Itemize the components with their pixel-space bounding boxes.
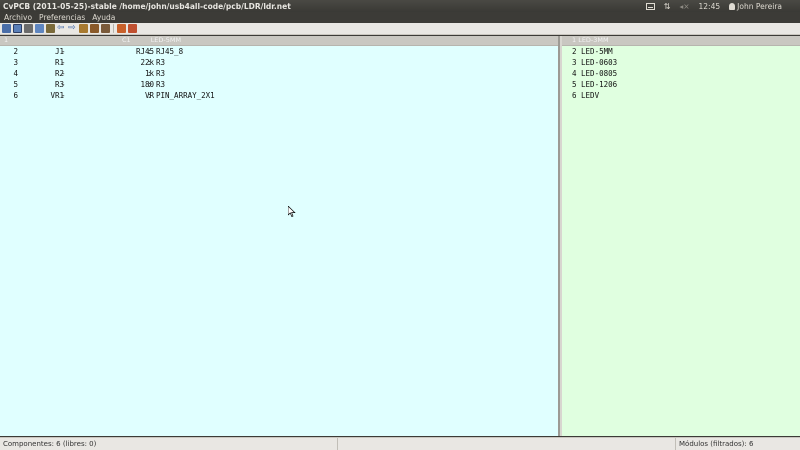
component-footprint: R3 (156, 58, 166, 67)
component-row[interactable]: 2 J1 RJ45 RJ45_8 -: (0, 46, 558, 57)
component-footprint: PIN_ARRAY_2X1 (156, 91, 215, 100)
title-bar: CvPCB (2011-05-25)-stable /home/john/usb… (0, 0, 800, 12)
component-index: 3 (13, 58, 18, 67)
auto-associate-icon[interactable] (79, 24, 88, 33)
user-menu[interactable]: John Pereira (729, 2, 782, 11)
footprint-item[interactable]: 4 LED-0805 (562, 68, 800, 79)
components-rows: 2 J1 RJ45 RJ45_8-:3 R1 22k R3-:4 R2 1k R3-:5 R3 180… (0, 46, 558, 101)
next-icon[interactable]: ⇨ (68, 24, 77, 33)
config-icon[interactable] (24, 24, 33, 33)
menu-preferencias[interactable]: Preferencias (35, 13, 88, 22)
export-icon[interactable] (101, 24, 110, 33)
component-ref: R2 (54, 69, 64, 78)
open-netlist-icon[interactable] (2, 24, 11, 33)
footprint-item[interactable]: 5 LED-1206 (562, 79, 800, 90)
volume-icon[interactable]: ◂× (679, 2, 689, 11)
help-icon[interactable] (128, 24, 137, 33)
dash-separator: - (61, 47, 66, 56)
component-index: 2 (13, 47, 18, 56)
footprints-list[interactable]: 1 LED-3MM 2 LED-5MM 3 LED-0603 4 LED-0805 5… (562, 36, 800, 436)
colon-separator: : (147, 91, 152, 100)
component-index: 4 (13, 69, 18, 78)
status-middle (338, 438, 676, 450)
colon-separator: : (147, 80, 152, 89)
status-components: Componentes: 6 (libres: 0) (0, 438, 338, 450)
component-row[interactable]: 6 VR1 VR PIN_ARRAY_2X1 -: (0, 90, 558, 101)
component-value: 22k (140, 58, 154, 67)
menu-archivo[interactable]: Archivo (0, 13, 35, 22)
colon-separator: : (147, 47, 152, 56)
component-ref: R1 (54, 58, 64, 67)
component-footprint: R3 (156, 80, 166, 89)
menu-ayuda[interactable]: Ayuda (88, 13, 118, 22)
mail-icon[interactable] (645, 2, 655, 10)
component-value: VR (144, 91, 154, 100)
footprints-header: 1 LED-3MM (572, 36, 609, 44)
components-list[interactable]: 1 C1 LED-5MM 2 J1 RJ45 RJ45_8-:3 R1 22k R3-:4 R… (0, 36, 560, 436)
component-index: 6 (13, 91, 18, 100)
footprint-item[interactable]: 2 LED-5MM (562, 46, 800, 57)
library-icon[interactable] (46, 24, 55, 33)
component-row[interactable]: 4 R2 1k R3 -: (0, 68, 558, 79)
status-bar: Componentes: 6 (libres: 0) Módulos (filt… (0, 437, 800, 450)
system-tray: ⇅ ◂× 12:45 John Pereira (645, 2, 800, 11)
header-ref: C1 (122, 36, 131, 44)
component-row[interactable]: 5 R3 180 R3-: (0, 79, 558, 90)
component-ref: R3 (54, 80, 64, 89)
component-ref: VR1 (50, 91, 64, 100)
save-icon[interactable] (13, 24, 22, 33)
footprint-rows: 2 LED-5MM 3 LED-0603 4 LED-0805 5 LED-1206 6… (562, 46, 800, 101)
footprint-item[interactable]: 3 LED-0603 (562, 57, 800, 68)
components-header-row[interactable]: 1 C1 LED-5MM (0, 36, 558, 46)
dash-separator: - (61, 91, 66, 100)
component-footprint: R3 (156, 69, 166, 78)
toolbar-separator (113, 24, 114, 33)
component-footprint: RJ45_8 (156, 47, 184, 56)
component-value: 180 (140, 80, 154, 89)
main-area: 1 C1 LED-5MM 2 J1 RJ45 RJ45_8-:3 R1 22k R3-:4 R… (0, 36, 800, 436)
toolbar: ⇦ ⇨ (0, 23, 800, 35)
menu-bar: Archivo Preferencias Ayuda (0, 12, 800, 23)
doc-icon[interactable] (117, 24, 126, 33)
component-ref: J1 (54, 47, 64, 56)
dash-separator: - (61, 69, 66, 78)
header-value: LED-5MM (150, 36, 182, 44)
status-modules: Módulos (filtrados): 6 (679, 440, 754, 448)
footprints-header-row[interactable]: 1 LED-3MM (562, 36, 800, 46)
dash-separator: - (61, 80, 66, 89)
window-title: CvPCB (2011-05-25)-stable /home/john/usb… (3, 1, 291, 11)
previous-icon[interactable]: ⇦ (57, 24, 66, 33)
colon-separator: : (147, 69, 152, 78)
module-view-icon[interactable] (35, 24, 44, 33)
component-index: 5 (13, 80, 18, 89)
colon-separator: : (147, 58, 152, 67)
network-icon[interactable]: ⇅ (664, 2, 671, 11)
header-index: 1 (4, 36, 9, 44)
user-name: John Pereira (737, 1, 782, 11)
dash-separator: - (61, 58, 66, 67)
user-icon (729, 2, 736, 10)
delete-associations-icon[interactable] (90, 24, 99, 33)
component-value: 1k (144, 69, 154, 78)
component-value: RJ45 (135, 47, 154, 56)
clock[interactable]: 12:45 (699, 2, 721, 11)
footprint-item[interactable]: 6 LEDV (562, 90, 800, 101)
component-row[interactable]: 3 R1 22k R3 -: (0, 57, 558, 68)
